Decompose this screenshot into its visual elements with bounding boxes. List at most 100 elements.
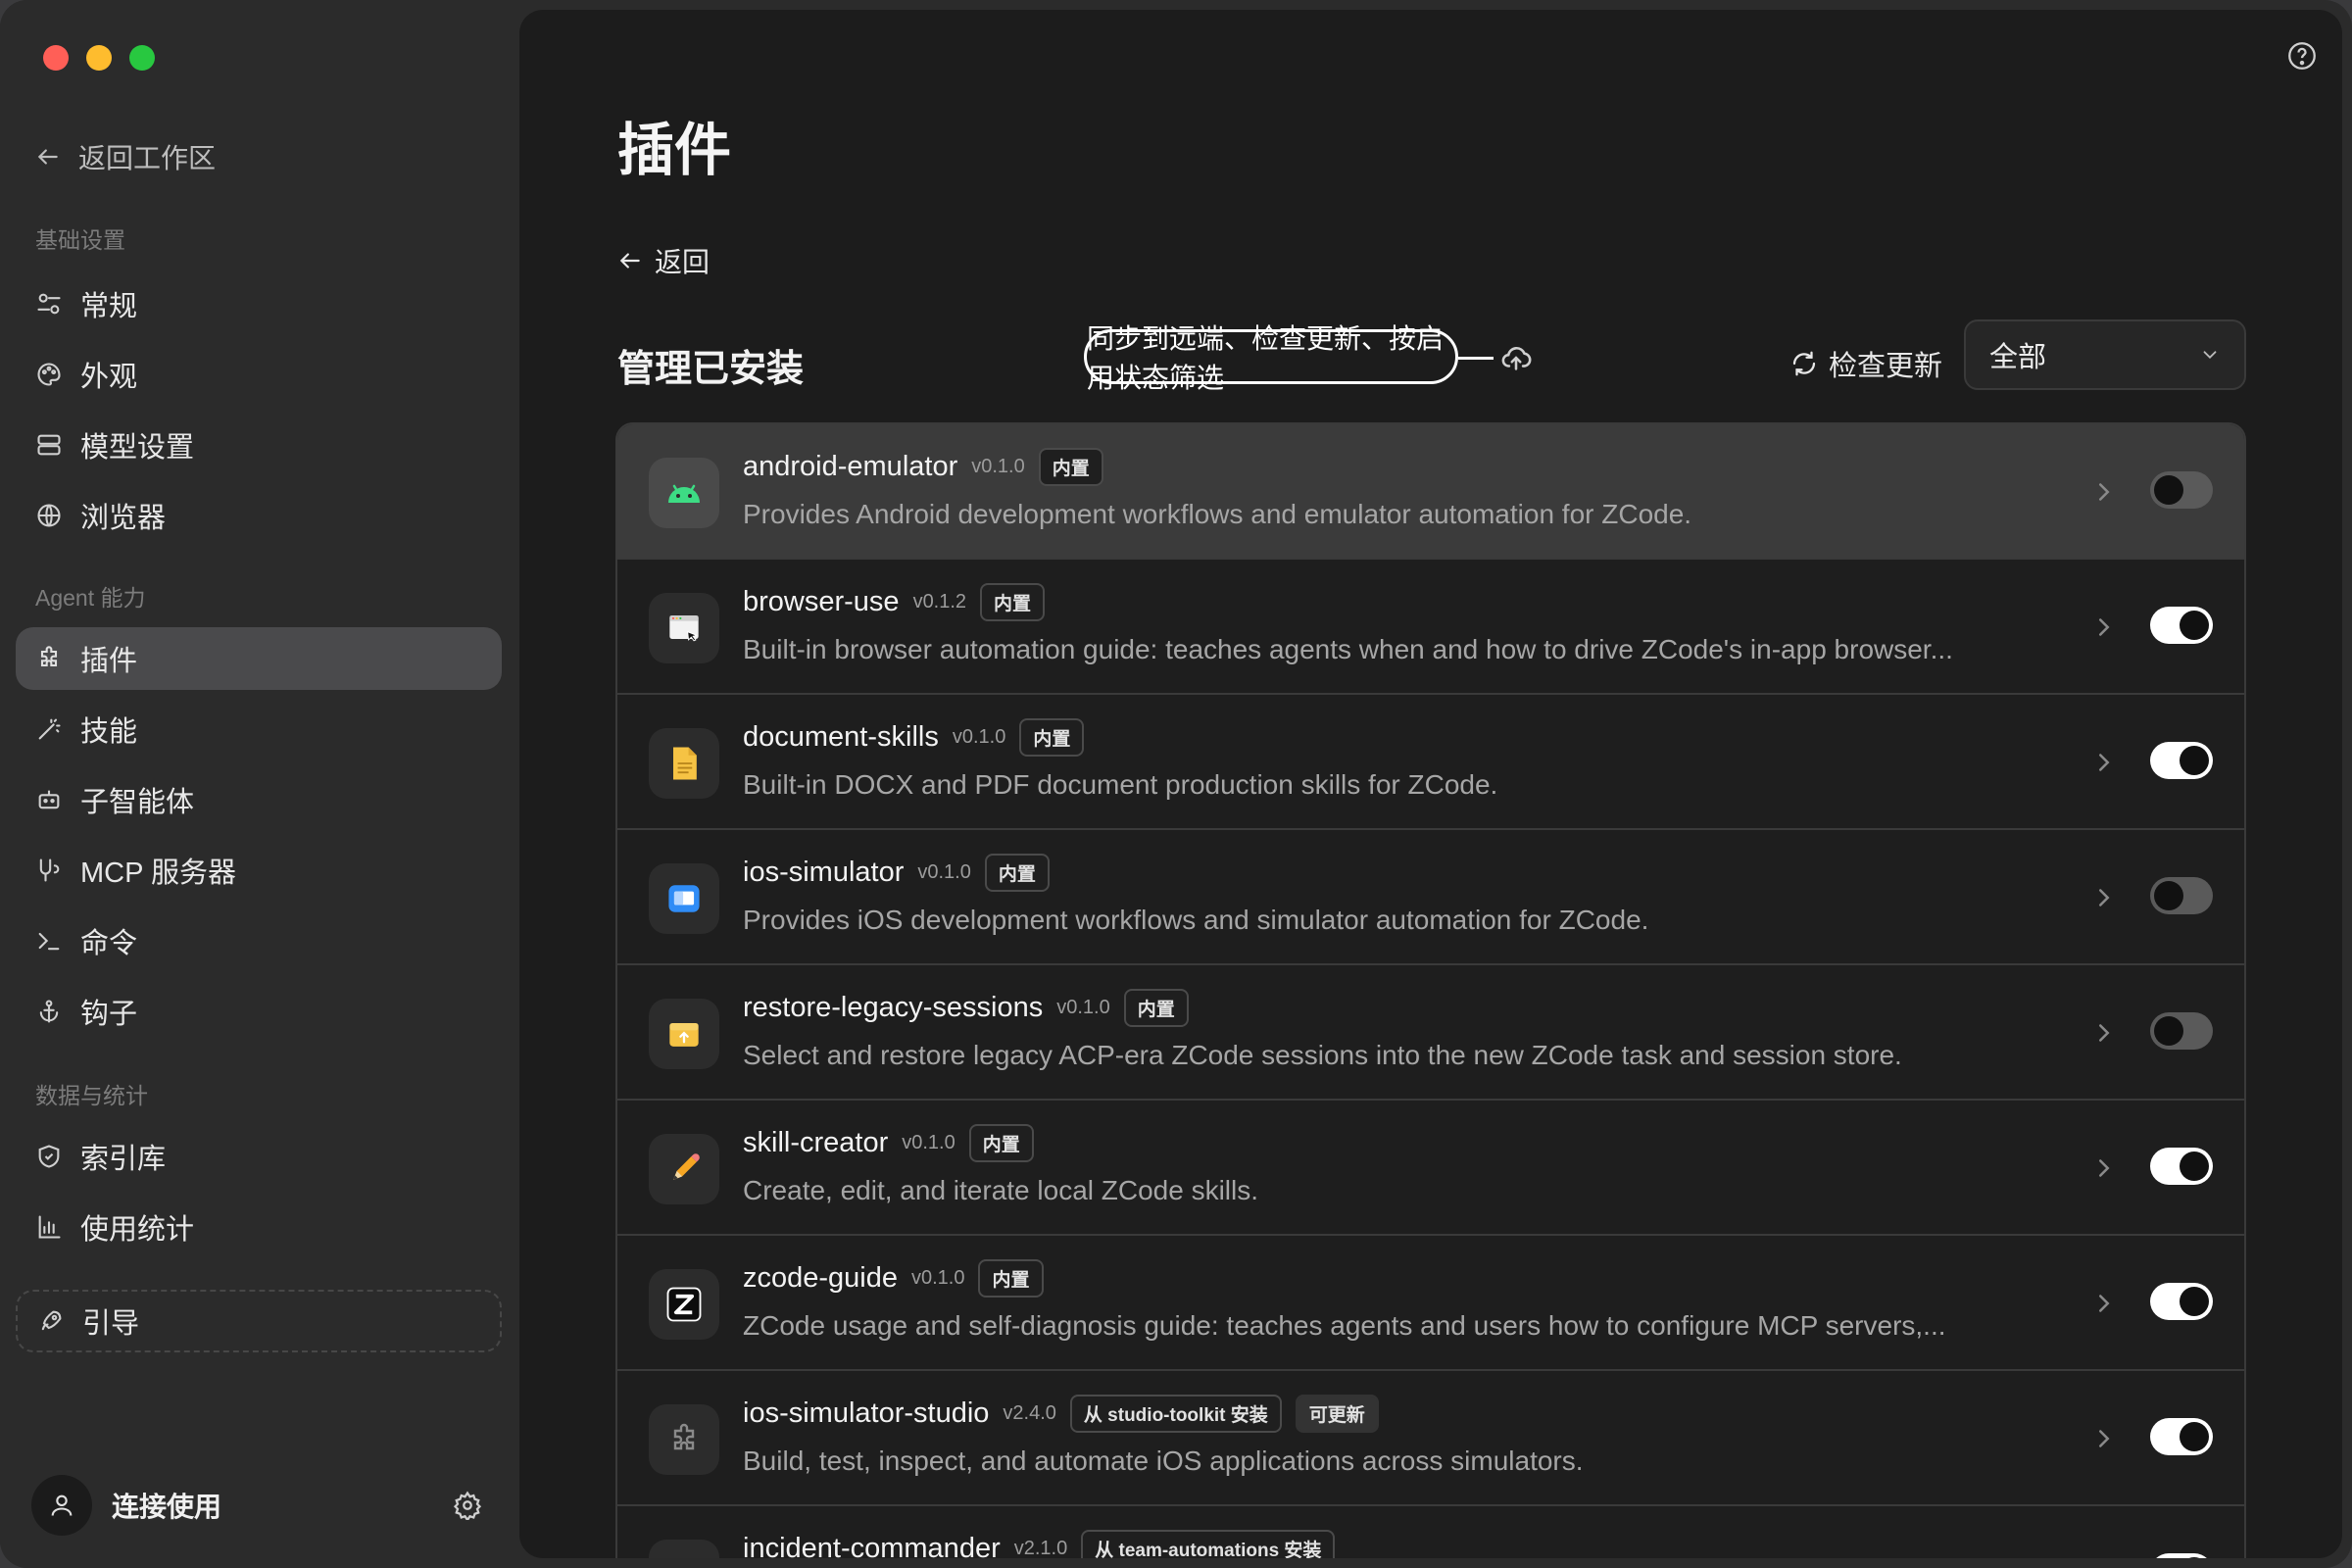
plugin-version: v0.1.0	[902, 1132, 956, 1153]
sidebar-item-model[interactable]: 模型设置	[16, 414, 502, 476]
plugin-enable-toggle[interactable]	[2150, 1148, 2213, 1185]
filter-value: 全部	[1989, 342, 2047, 373]
plugin-enable-toggle[interactable]	[2150, 471, 2213, 509]
plugin-list: android-emulator v0.1.0 内置 Provides Andr…	[615, 422, 2246, 1558]
sidebar-item-label: 浏览器	[80, 503, 167, 534]
zoom-window-button[interactable]	[129, 45, 155, 71]
back-link[interactable]: 返回	[617, 241, 710, 280]
cloud-sync-icon[interactable]	[1499, 341, 1533, 374]
back-to-workspace-label: 返回工作区	[78, 143, 217, 173]
plugin-description: Create, edit, and iterate local ZCode sk…	[743, 1175, 1259, 1205]
source-badge: 从 studio-toolkit 安装	[1069, 1395, 1282, 1433]
archive-box-icon	[649, 999, 719, 1069]
check-update-button[interactable]: 检查更新	[1789, 343, 1942, 384]
browser-window-icon	[649, 593, 719, 663]
plugin-description: Select and restore legacy ACP-era ZCode …	[743, 1040, 1902, 1070]
sidebar-item-commands[interactable]: 命令	[16, 909, 502, 972]
plugin-name: zcode-guide	[743, 1262, 898, 1294]
sidebar-item-usage[interactable]: 使用统计	[16, 1196, 502, 1258]
sidebar-item-label: 技能	[80, 716, 138, 748]
puzzle-icon	[649, 1404, 719, 1475]
plugin-name: ios-simulator-studio	[743, 1397, 990, 1429]
sidebar-item-skills[interactable]: 技能	[16, 698, 502, 760]
avatar[interactable]	[31, 1475, 92, 1536]
puzzle-icon	[40, 646, 58, 667]
plugin-row[interactable]: ios-simulator-studio v2.4.0 从 studio-too…	[617, 1371, 2244, 1506]
plugin-description: Build, test, inspect, and automate iOS a…	[743, 1446, 1584, 1476]
chevron-right-icon[interactable]	[2089, 883, 2119, 912]
sidebar-item-label: 常规	[80, 291, 138, 322]
plugin-description: Provides Android development workflows a…	[743, 499, 1692, 529]
sidebar-item-general[interactable]: 常规	[16, 272, 502, 335]
plugin-row[interactable]: browser-use v0.1.2 内置 Built-in browser a…	[617, 560, 2244, 695]
plugin-row[interactable]: document-skills v0.1.0 内置 Built-in DOCX …	[617, 695, 2244, 830]
section-heading: 管理已安装	[617, 349, 805, 390]
arrow-left-icon	[619, 253, 640, 269]
arrow-left-icon	[37, 149, 58, 165]
chevron-right-icon[interactable]	[2089, 612, 2119, 642]
plugin-enable-toggle[interactable]	[2150, 1012, 2213, 1050]
sidebar-item-label: 插件	[80, 646, 138, 677]
back-link-label: 返回	[655, 247, 710, 277]
chevron-right-icon[interactable]	[2089, 477, 2119, 507]
sidebar-item-label: 钩子	[80, 999, 138, 1030]
plugin-enable-toggle[interactable]	[2150, 1418, 2213, 1455]
plugin-row[interactable]: incident-commander v2.1.0 从 team-automat…	[617, 1506, 2244, 1558]
bar-chart-icon	[38, 1215, 61, 1239]
status-filter-select[interactable]: 全部	[1964, 319, 2246, 390]
sidebar-item-label: MCP 服务器	[80, 858, 236, 889]
plugin-version: v0.1.0	[917, 861, 971, 883]
plugin-row[interactable]: ios-simulator v0.1.0 内置 Provides iOS dev…	[617, 830, 2244, 965]
user-account-row: 连接使用	[31, 1474, 482, 1537]
app-window: 返回工作区 基础设置 常规 外观 模型设置 浏览器 Agent 能力 插件 技能	[0, 0, 2352, 1568]
help-icon[interactable]	[2285, 39, 2319, 73]
plugin-enable-toggle[interactable]	[2150, 877, 2213, 914]
plugin-version: v0.1.0	[952, 726, 1006, 748]
chevron-right-icon[interactable]	[2089, 748, 2119, 777]
plugin-row[interactable]: zcode-guide v0.1.0 内置 ZCode usage and se…	[617, 1236, 2244, 1371]
magic-wand-icon	[38, 718, 61, 740]
puzzle-icon	[649, 1540, 719, 1558]
builtin-badge: 内置	[968, 1124, 1034, 1162]
plugin-row[interactable]: restore-legacy-sessions v0.1.0 内置 Select…	[617, 965, 2244, 1101]
plugin-description: Built-in browser automation guide: teach…	[743, 634, 1953, 664]
window-controls	[43, 45, 155, 71]
plugin-description: ZCode usage and self-diagnosis guide: te…	[743, 1310, 1946, 1341]
plugin-description: Provides iOS development workflows and s…	[743, 905, 1649, 935]
sidebar-item-index[interactable]: 索引库	[16, 1125, 502, 1188]
guide-button[interactable]: 引导	[16, 1290, 502, 1352]
chevron-right-icon[interactable]	[2089, 1424, 2119, 1453]
back-to-workspace-link[interactable]: 返回工作区	[35, 137, 216, 176]
plugin-version: v0.1.2	[912, 591, 967, 612]
document-icon	[649, 728, 719, 799]
plugin-enable-toggle[interactable]	[2150, 742, 2213, 779]
anchor-icon	[39, 1000, 59, 1023]
sidebar-item-mcp[interactable]: MCP 服务器	[16, 839, 502, 902]
plug-icon	[39, 858, 60, 882]
user-icon	[51, 1494, 73, 1516]
sidebar-item-hooks[interactable]: 钩子	[16, 980, 502, 1043]
robot-icon	[38, 790, 60, 809]
plugin-enable-toggle[interactable]	[2150, 1283, 2213, 1320]
minimize-window-button[interactable]	[86, 45, 112, 71]
sidebar-item-appearance[interactable]: 外观	[16, 343, 502, 406]
plugin-row[interactable]: android-emulator v0.1.0 内置 Provides Andr…	[617, 424, 2244, 560]
plugin-version: v2.4.0	[1003, 1402, 1056, 1424]
chevron-right-icon[interactable]	[2089, 1018, 2119, 1048]
chevron-right-icon[interactable]	[2089, 1153, 2119, 1183]
user-name[interactable]: 连接使用	[112, 1486, 453, 1525]
plugin-name: android-emulator	[743, 451, 958, 482]
plugin-enable-toggle[interactable]	[2150, 607, 2213, 644]
plugin-row[interactable]: skill-creator v0.1.0 内置 Create, edit, an…	[617, 1101, 2244, 1236]
sidebar-item-plugins[interactable]: 插件	[16, 627, 502, 690]
plugin-enable-toggle[interactable]	[2150, 1553, 2213, 1558]
builtin-badge: 内置	[980, 583, 1046, 621]
plugin-name: browser-use	[743, 586, 900, 617]
chevron-right-icon[interactable]	[2089, 1289, 2119, 1318]
builtin-badge: 内置	[1019, 718, 1085, 757]
close-window-button[interactable]	[43, 45, 69, 71]
sidebar-item-browser[interactable]: 浏览器	[16, 484, 502, 547]
sidebar-item-subagents[interactable]: 子智能体	[16, 768, 502, 831]
plugin-version: v0.1.0	[971, 456, 1025, 477]
gear-icon[interactable]	[453, 1491, 482, 1520]
